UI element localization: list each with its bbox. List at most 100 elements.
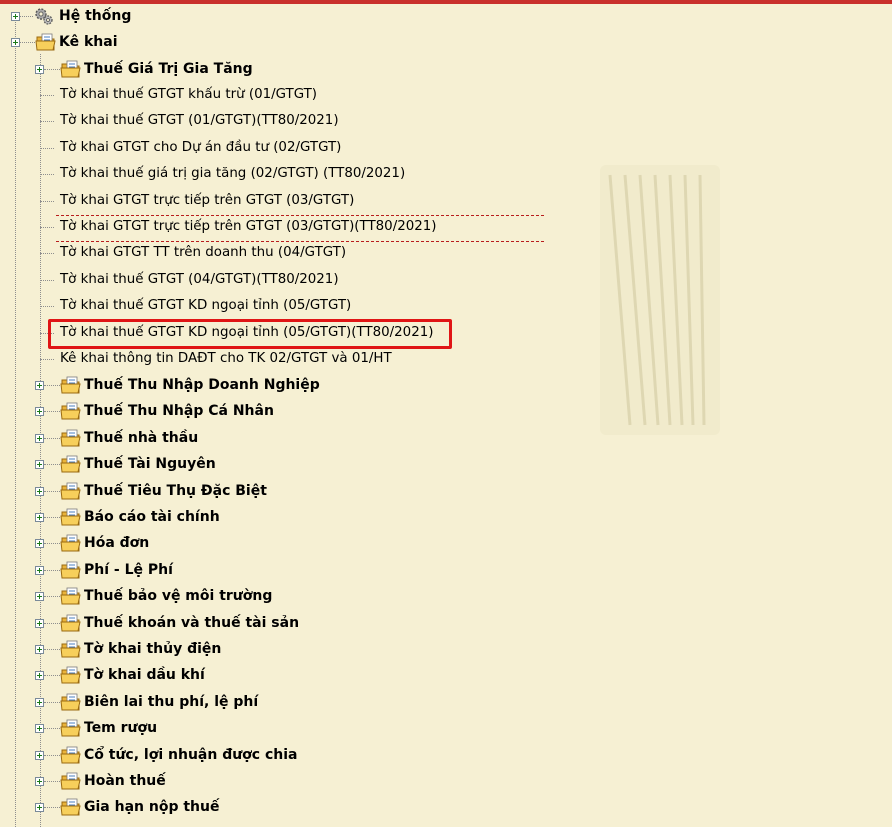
tree-group-item[interactable]: Thuế Tiêu Thụ Đặc Biệt xyxy=(84,482,267,500)
focus-border-top xyxy=(56,215,544,216)
tree-branch-group xyxy=(44,517,60,518)
folder-icon xyxy=(60,402,81,420)
tree-branch-group xyxy=(44,411,60,413)
expander-group[interactable] xyxy=(35,645,44,654)
tree-form-item[interactable]: Tờ khai thuế giá trị gia tăng (02/GTGT) … xyxy=(60,165,405,183)
tree-form-item[interactable]: Tờ khai thuế GTGT (04/GTGT)(TT80/2021) xyxy=(60,271,339,289)
tree-branch-group xyxy=(44,490,60,492)
tree-group-item[interactable]: Thuế khoán và thuế tài sản xyxy=(84,614,299,632)
tree-branch-form xyxy=(40,359,54,360)
tree-branch-form xyxy=(40,121,54,123)
tree-form-item[interactable]: Tờ khai GTGT TT trên doanh thu (04/GTGT) xyxy=(60,244,346,262)
expander-he-thong[interactable] xyxy=(11,12,20,21)
tree-branch-group xyxy=(44,649,60,650)
tree-group-item[interactable]: Tem rượu xyxy=(84,719,157,737)
tree-group-item[interactable]: Phí - Lệ Phí xyxy=(84,561,173,579)
tree-branch-group xyxy=(44,701,60,703)
folder-icon xyxy=(60,798,81,816)
expander-group[interactable] xyxy=(35,803,44,813)
tree-branch-group xyxy=(44,807,60,809)
tree-group-item[interactable]: Báo cáo tài chính xyxy=(84,508,220,526)
expander-group[interactable] xyxy=(35,750,44,760)
expander-group[interactable] xyxy=(35,381,44,390)
folder-icon xyxy=(60,772,81,790)
tree-branch-form xyxy=(40,306,54,308)
folder-icon xyxy=(60,561,81,579)
tree-branch-ke-khai xyxy=(20,42,35,43)
tree-group-item[interactable]: Thuế Tài Nguyên xyxy=(84,455,216,473)
tree-group-item[interactable]: Hóa đơn xyxy=(84,534,149,552)
folder-icon xyxy=(60,666,81,684)
tree-form-item[interactable]: Tờ khai GTGT trực tiếp trên GTGT (03/GTG… xyxy=(60,192,354,210)
tree-item-he-thong[interactable]: Hệ thống xyxy=(59,7,131,25)
tree-form-item[interactable]: Kê khai thông tin DAĐT cho TK 02/GTGT và… xyxy=(60,350,392,368)
tree-branch-form xyxy=(40,279,54,281)
tree-branch-group xyxy=(44,385,60,386)
tree-group-item[interactable]: Thuế nhà thầu xyxy=(84,429,198,447)
expander-group[interactable] xyxy=(35,513,44,522)
folder-icon xyxy=(60,614,81,632)
expander-group[interactable] xyxy=(35,777,44,786)
expander-group[interactable] xyxy=(35,565,44,575)
expander-vat-group[interactable] xyxy=(35,65,44,74)
expander-group[interactable] xyxy=(35,671,44,681)
tree-branch-group xyxy=(44,781,60,782)
folder-icon xyxy=(60,376,81,394)
tree-branch-group xyxy=(44,596,60,598)
folder-icon xyxy=(60,746,81,764)
folder-icon xyxy=(60,693,81,711)
tree-line-root xyxy=(15,18,16,827)
expander-group[interactable] xyxy=(35,539,44,549)
tree-group-item[interactable]: Biên lai thu phí, lệ phí xyxy=(84,693,258,711)
tree-group-item[interactable]: Cổ tức, lợi nhuận được chia xyxy=(84,746,298,764)
tree-form-item[interactable]: Tờ khai thuế GTGT (01/GTGT)(TT80/2021) xyxy=(60,112,339,130)
tree-branch-group xyxy=(44,464,60,466)
tree-branch-he-thong xyxy=(20,16,33,17)
highlight-box xyxy=(48,318,452,349)
folder-icon xyxy=(60,640,81,658)
tax-form-tree: Hệ thống Kê khai Thuế Giá Trị Gia Tăng Tờ k… xyxy=(0,0,892,827)
gears-icon xyxy=(35,8,53,25)
tree-branch-vat xyxy=(44,69,60,70)
tree-group-item[interactable]: Thuế Thu Nhập Cá Nhân xyxy=(84,402,274,420)
expander-group[interactable] xyxy=(35,407,44,417)
expander-group[interactable] xyxy=(35,697,44,707)
tree-branch-form xyxy=(40,227,54,228)
tree-group-item[interactable]: Tờ khai dầu khí xyxy=(84,666,205,684)
folder-icon xyxy=(35,33,56,51)
tree-branch-group xyxy=(44,437,60,439)
focus-border-bottom xyxy=(56,241,544,242)
tree-group-item[interactable]: Tờ khai thủy điện xyxy=(84,640,221,658)
folder-icon xyxy=(60,455,81,473)
folder-icon xyxy=(60,429,81,447)
tree-branch-group xyxy=(44,754,60,756)
tree-branch-form xyxy=(40,95,54,96)
tree-branch-group xyxy=(44,622,60,624)
tree-item-ke-khai[interactable]: Kê khai xyxy=(59,33,118,51)
tree-branch-group xyxy=(44,728,60,730)
tree-form-item[interactable]: Tờ khai GTGT trực tiếp trên GTGT (03/GTG… xyxy=(60,218,437,236)
folder-icon xyxy=(60,60,81,78)
expander-group[interactable] xyxy=(35,592,44,602)
tree-form-item[interactable]: Tờ khai GTGT cho Dự án đầu tư (02/GTGT) xyxy=(60,139,341,157)
folder-icon xyxy=(60,587,81,605)
tree-group-item[interactable]: Hoàn thuế xyxy=(84,772,166,790)
tree-branch-form xyxy=(40,253,54,255)
tree-form-item[interactable]: Tờ khai thuế GTGT khấu trừ (01/GTGT) xyxy=(60,86,317,104)
expander-group[interactable] xyxy=(35,486,44,496)
expander-group[interactable] xyxy=(35,460,44,470)
tree-group-vat[interactable]: Thuế Giá Trị Gia Tăng xyxy=(84,60,253,78)
folder-icon xyxy=(60,482,81,500)
folder-icon xyxy=(60,508,81,526)
expander-group[interactable] xyxy=(35,433,44,443)
tree-branch-group xyxy=(44,569,60,571)
expander-ke-khai[interactable] xyxy=(11,38,20,47)
expander-group[interactable] xyxy=(35,618,44,628)
tree-group-item[interactable]: Gia hạn nộp thuế xyxy=(84,798,219,816)
folder-icon xyxy=(60,534,81,552)
tree-form-item[interactable]: Tờ khai thuế GTGT KD ngoại tỉnh (05/GTGT… xyxy=(60,297,351,315)
tree-group-item[interactable]: Thuế bảo vệ môi trường xyxy=(84,587,272,605)
tree-branch-form xyxy=(40,174,54,176)
expander-group[interactable] xyxy=(35,724,44,734)
tree-group-item[interactable]: Thuế Thu Nhập Doanh Nghiệp xyxy=(84,376,320,394)
